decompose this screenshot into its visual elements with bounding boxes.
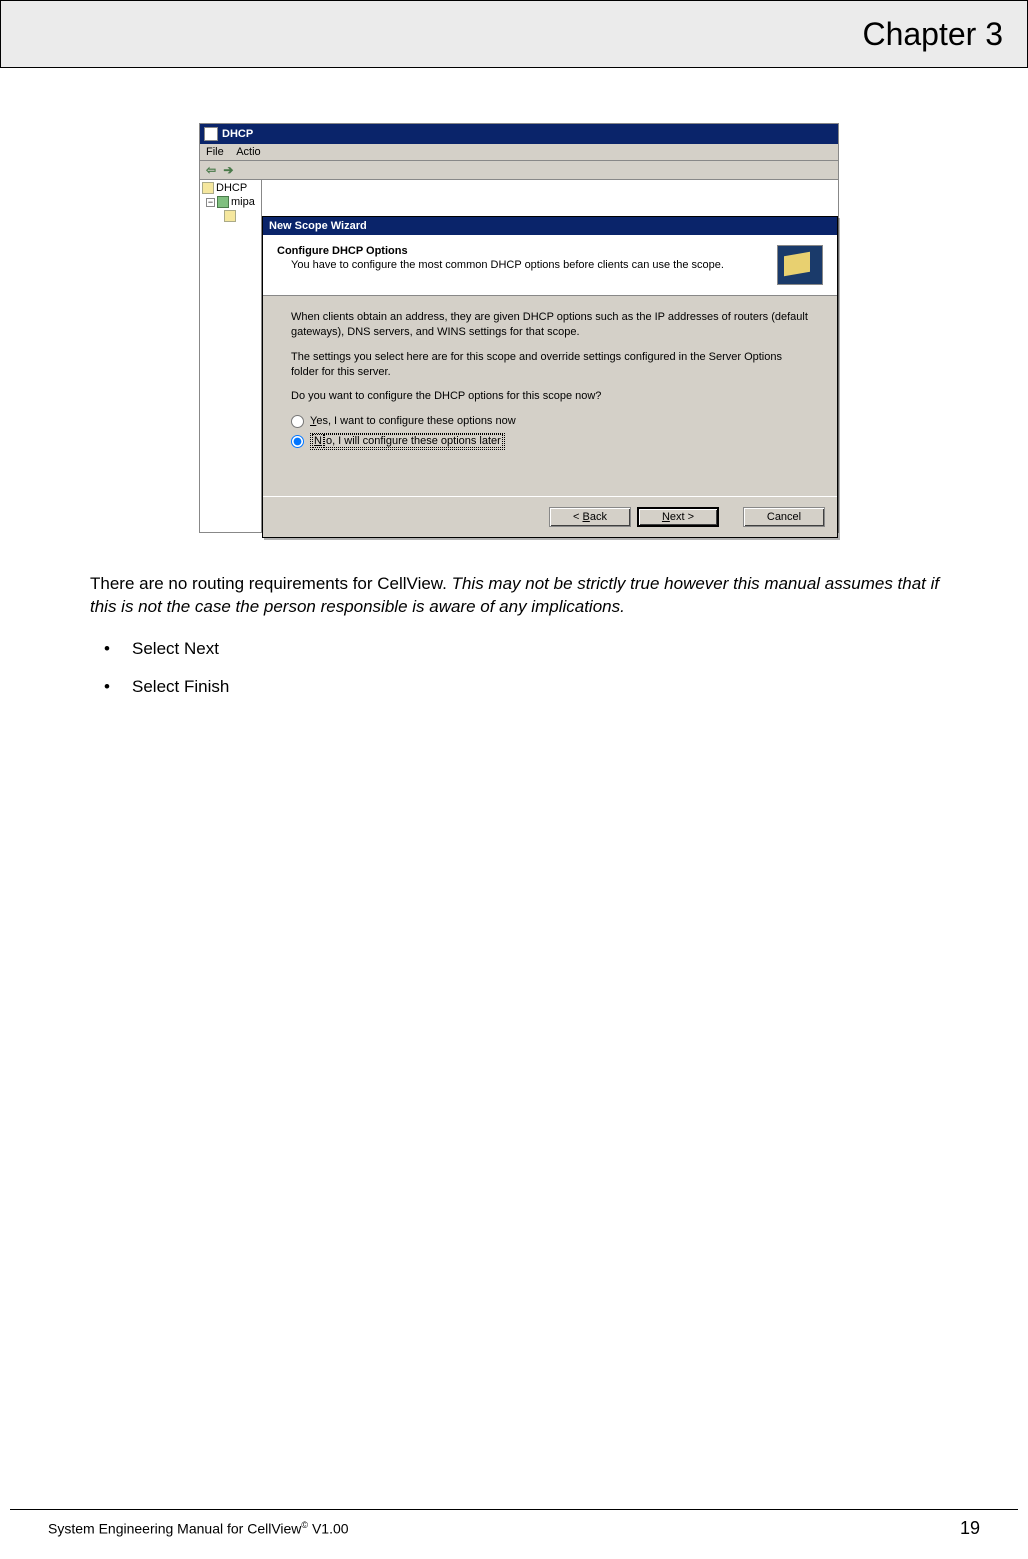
wizard-subheading: You have to configure the most common DH… (277, 259, 777, 271)
wizard-body: When clients obtain an address, they are… (263, 296, 837, 496)
instruction-2: Select Finish (132, 677, 948, 697)
page-footer: System Engineering Manual for CellView© … (10, 1509, 1018, 1539)
cancel-button[interactable]: Cancel (743, 507, 825, 527)
dhcp-menubar: File Actio (200, 144, 838, 161)
page-header: Chapter 3 (0, 0, 1028, 68)
dhcp-app-icon (204, 127, 218, 141)
dhcp-toolbar: ⇦ ➔ (200, 161, 838, 180)
page-content: DHCP File Actio ⇦ ➔ DHCP −mipa (0, 68, 1028, 697)
dhcp-titlebar: DHCP (200, 124, 838, 144)
menu-action[interactable]: Actio (236, 146, 260, 158)
server-icon (217, 196, 229, 208)
option-no-label: o, I will configure these options later (324, 434, 503, 448)
forward-arrow-icon[interactable]: ➔ (223, 163, 233, 177)
option-no[interactable]: No, I will configure these options later (291, 433, 809, 450)
chapter-title: Chapter 3 (862, 16, 1003, 53)
page-number: 19 (960, 1518, 980, 1539)
body-paragraph: There are no routing requirements for Ce… (90, 573, 948, 619)
wizard-buttons: < Back Next > Cancel (263, 496, 837, 537)
radio-yes[interactable] (291, 415, 304, 428)
wizard-para3: Do you want to configure the DHCP option… (291, 389, 809, 404)
instructions-list: Select Next Select Finish (90, 639, 948, 697)
dhcp-window-title: DHCP (222, 128, 253, 140)
instruction-1: Select Next (132, 639, 948, 659)
radio-no[interactable] (291, 435, 304, 448)
dhcp-window: DHCP File Actio ⇦ ➔ DHCP −mipa (199, 123, 839, 533)
back-button[interactable]: < Back (549, 507, 631, 527)
dhcp-root-icon (202, 182, 214, 194)
wizard-header: Configure DHCP Options You have to confi… (263, 235, 837, 296)
next-button[interactable]: Next > (637, 507, 719, 527)
wizard-para1: When clients obtain an address, they are… (291, 310, 809, 340)
wizard-banner-icon (777, 245, 823, 285)
wizard-heading: Configure DHCP Options (277, 245, 777, 257)
wizard-para2: The settings you select here are for thi… (291, 350, 809, 380)
back-arrow-icon[interactable]: ⇦ (206, 163, 216, 177)
tree-root[interactable]: DHCP (202, 182, 259, 194)
tree-collapse-icon[interactable]: − (206, 198, 215, 207)
body-plain: There are no routing requirements for Ce… (90, 574, 452, 593)
dhcp-body: DHCP −mipa New Scope Wizard Configure DH… (200, 180, 838, 532)
footer-left: System Engineering Manual for CellView© … (48, 1520, 349, 1537)
wizard-titlebar: New Scope Wizard (263, 217, 837, 235)
option-yes[interactable]: Yes, I want to configure these options n… (291, 414, 809, 429)
option-yes-label: es, I want to configure these options no… (316, 415, 515, 427)
tree-leaf[interactable] (202, 210, 259, 222)
new-scope-wizard: New Scope Wizard Configure DHCP Options … (262, 216, 838, 538)
folder-icon (224, 210, 236, 222)
tree-child[interactable]: −mipa (202, 196, 259, 208)
menu-file[interactable]: File (206, 146, 224, 158)
dhcp-tree: DHCP −mipa (200, 180, 262, 532)
